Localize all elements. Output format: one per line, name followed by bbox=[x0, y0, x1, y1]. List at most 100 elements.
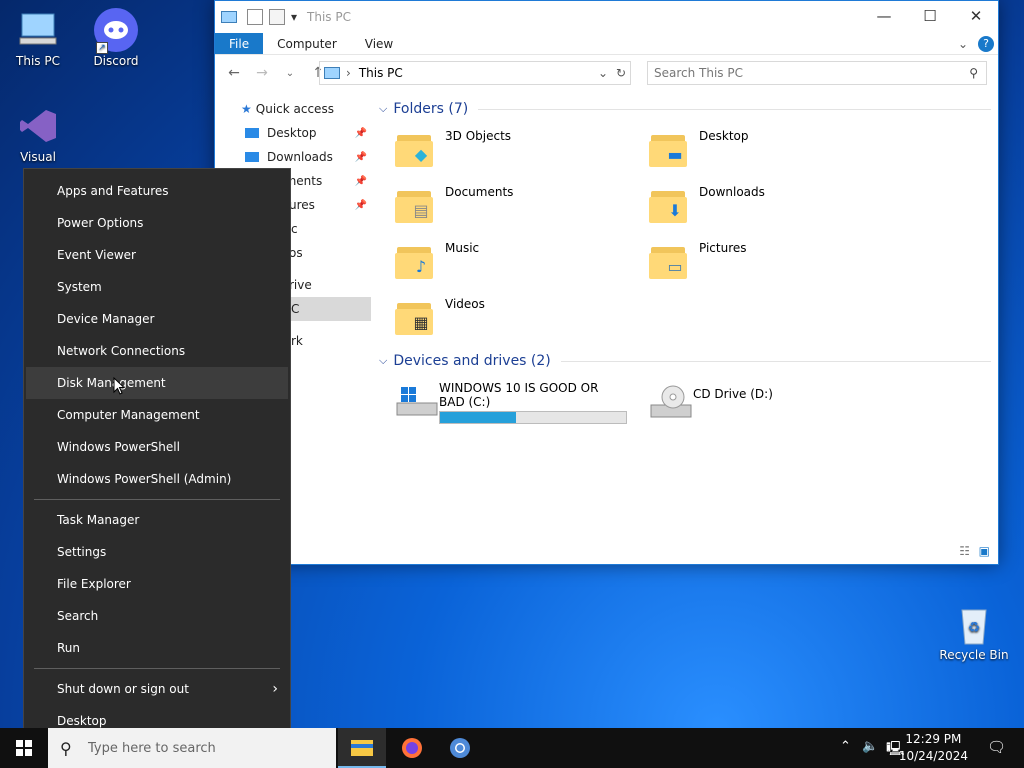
3d-objects-folder-icon: ◆ bbox=[395, 129, 435, 169]
start-button[interactable] bbox=[0, 728, 48, 768]
drive-usage-bar bbox=[439, 411, 627, 424]
recent-locations-icon[interactable]: ⌄ bbox=[279, 68, 301, 79]
nav-label: C bbox=[291, 302, 300, 316]
taskbar-firefox[interactable] bbox=[388, 728, 436, 768]
desktop-icon-discord[interactable]: ↗ Discord bbox=[80, 8, 152, 68]
folder-videos[interactable]: ▦ Videos bbox=[395, 297, 649, 341]
star-icon: ★ bbox=[241, 102, 252, 116]
pin-icon: 📌 bbox=[354, 127, 367, 139]
quick-access-dropdown-icon[interactable]: ▾ bbox=[291, 10, 297, 24]
folders-group-header[interactable]: ⌵ Folders (7) bbox=[379, 97, 991, 121]
chromium-icon bbox=[450, 738, 470, 758]
nav-label: os bbox=[289, 246, 303, 260]
large-icons-view-icon[interactable]: ▣ bbox=[979, 544, 990, 558]
computer-icon bbox=[16, 8, 60, 52]
music-folder-icon: ♪ bbox=[395, 241, 435, 281]
computer-icon bbox=[324, 67, 340, 79]
folder-label: Music bbox=[445, 241, 480, 255]
tab-file[interactable]: File bbox=[215, 33, 264, 54]
menu-separator bbox=[34, 499, 280, 500]
desktop-folder-icon: ▬ bbox=[649, 129, 689, 169]
new-folder-icon[interactable] bbox=[269, 9, 285, 25]
address-dropdown-icon[interactable]: ⌄ bbox=[598, 66, 608, 80]
computer-icon bbox=[221, 11, 237, 23]
taskbar-chromium[interactable] bbox=[436, 728, 484, 768]
drive-c[interactable]: WINDOWS 10 IS GOOD OR BAD (C:) bbox=[395, 381, 649, 425]
desktop-icon-visual-studio[interactable]: Visual Studio bbox=[2, 104, 74, 164]
nav-label: c bbox=[291, 222, 298, 236]
folder-pictures[interactable]: ▭ Pictures bbox=[649, 241, 903, 285]
folder-label: 3D Objects bbox=[445, 129, 512, 143]
volume-muted-icon[interactable]: 🔈 bbox=[862, 739, 878, 754]
menu-computer-management[interactable]: Computer Management bbox=[24, 399, 290, 431]
menu-task-manager[interactable]: Task Manager bbox=[24, 504, 290, 536]
mouse-cursor-icon bbox=[113, 377, 125, 395]
menu-power-options[interactable]: Power Options bbox=[24, 207, 290, 239]
drive-usage-fill bbox=[440, 412, 517, 423]
windows-logo-icon bbox=[16, 740, 32, 756]
details-view-icon[interactable]: ☷ bbox=[959, 544, 970, 558]
folder-desktop[interactable]: ▬ Desktop bbox=[649, 129, 903, 173]
menu-windows-powershell-admin[interactable]: Windows PowerShell (Admin) bbox=[24, 463, 290, 495]
notification-center-icon[interactable]: 🗨 bbox=[987, 738, 1006, 756]
nav-quick-access[interactable]: ★ Quick access bbox=[215, 97, 371, 121]
menu-device-manager[interactable]: Device Manager bbox=[24, 303, 290, 335]
folder-music[interactable]: ♪ Music bbox=[395, 241, 649, 285]
nav-label: ures bbox=[289, 198, 315, 212]
nav-desktop[interactable]: Desktop 📌 bbox=[215, 121, 371, 145]
menu-run[interactable]: Run bbox=[24, 632, 290, 664]
help-icon[interactable]: ? bbox=[978, 36, 994, 52]
menu-windows-powershell[interactable]: Windows PowerShell bbox=[24, 431, 290, 463]
menu-search[interactable]: Search bbox=[24, 600, 290, 632]
cd-drive-icon bbox=[649, 381, 693, 424]
search-input[interactable]: Search This PC ⚲ bbox=[647, 61, 987, 85]
properties-icon[interactable] bbox=[247, 9, 263, 25]
clock-time: 12:29 PM bbox=[905, 732, 962, 746]
desktop-icon-this-pc[interactable]: This PC bbox=[2, 8, 74, 68]
taskbar-search-input[interactable]: ⚲ Type here to search bbox=[48, 728, 336, 768]
folder-downloads[interactable]: ⬇ Downloads bbox=[649, 185, 903, 229]
menu-apps-and-features[interactable]: Apps and Features bbox=[24, 175, 290, 207]
nav-downloads[interactable]: Downloads 📌 bbox=[215, 145, 371, 169]
back-arrow-icon[interactable]: ← bbox=[223, 65, 245, 81]
shortcut-arrow-icon: ↗ bbox=[96, 42, 108, 54]
documents-folder-icon: ▤ bbox=[395, 185, 435, 225]
nav-label: rive bbox=[289, 278, 312, 292]
menu-file-explorer[interactable]: File Explorer bbox=[24, 568, 290, 600]
maximize-button[interactable]: ☐ bbox=[907, 1, 953, 31]
search-placeholder: Search This PC bbox=[654, 66, 743, 80]
forward-arrow-icon[interactable]: → bbox=[251, 65, 273, 81]
group-title: Devices and drives (2) bbox=[393, 353, 551, 369]
close-button[interactable]: ✕ bbox=[953, 1, 999, 31]
pin-icon: 📌 bbox=[354, 151, 367, 163]
menu-event-viewer[interactable]: Event Viewer bbox=[24, 239, 290, 271]
menu-system[interactable]: System bbox=[24, 271, 290, 303]
drives-grid: WINDOWS 10 IS GOOD OR BAD (C:) CD Drive … bbox=[379, 373, 991, 433]
folder-documents[interactable]: ▤ Documents bbox=[395, 185, 649, 229]
downloads-folder-icon bbox=[245, 152, 259, 162]
drive-d[interactable]: CD Drive (D:) bbox=[649, 381, 903, 425]
file-explorer-icon bbox=[351, 740, 373, 756]
pin-icon: 📌 bbox=[354, 199, 367, 211]
menu-settings[interactable]: Settings bbox=[24, 536, 290, 568]
chevron-down-icon[interactable]: ⌄ bbox=[958, 33, 968, 54]
tab-view[interactable]: View bbox=[351, 33, 407, 54]
folder-3d-objects[interactable]: ◆ 3D Objects bbox=[395, 129, 649, 173]
menu-network-connections[interactable]: Network Connections bbox=[24, 335, 290, 367]
drives-group-header[interactable]: ⌵ Devices and drives (2) bbox=[379, 349, 991, 373]
address-bar[interactable]: › This PC ⌄ ↻ bbox=[319, 61, 631, 85]
folder-label: Pictures bbox=[699, 241, 747, 255]
downloads-folder-icon: ⬇ bbox=[649, 185, 689, 225]
menu-separator bbox=[34, 668, 280, 669]
system-clock[interactable]: 12:29 PM 10/24/2024 bbox=[899, 731, 968, 765]
show-hidden-icons-chevron-icon[interactable]: ⌃ bbox=[840, 739, 851, 754]
desktop-icon-recycle-bin[interactable]: ♻ Recycle Bin bbox=[938, 602, 1010, 662]
menu-disk-management[interactable]: Disk Management bbox=[26, 367, 288, 399]
winx-context-menu: Apps and Features Power Options Event Vi… bbox=[23, 168, 291, 746]
tab-computer[interactable]: Computer bbox=[263, 33, 351, 54]
refresh-icon[interactable]: ↻ bbox=[616, 66, 626, 80]
menu-shut-down-or-sign-out[interactable]: Shut down or sign out › bbox=[24, 673, 290, 705]
search-icon: ⚲ bbox=[60, 738, 72, 758]
taskbar-file-explorer[interactable] bbox=[338, 728, 386, 768]
minimize-button[interactable]: — bbox=[861, 1, 907, 31]
